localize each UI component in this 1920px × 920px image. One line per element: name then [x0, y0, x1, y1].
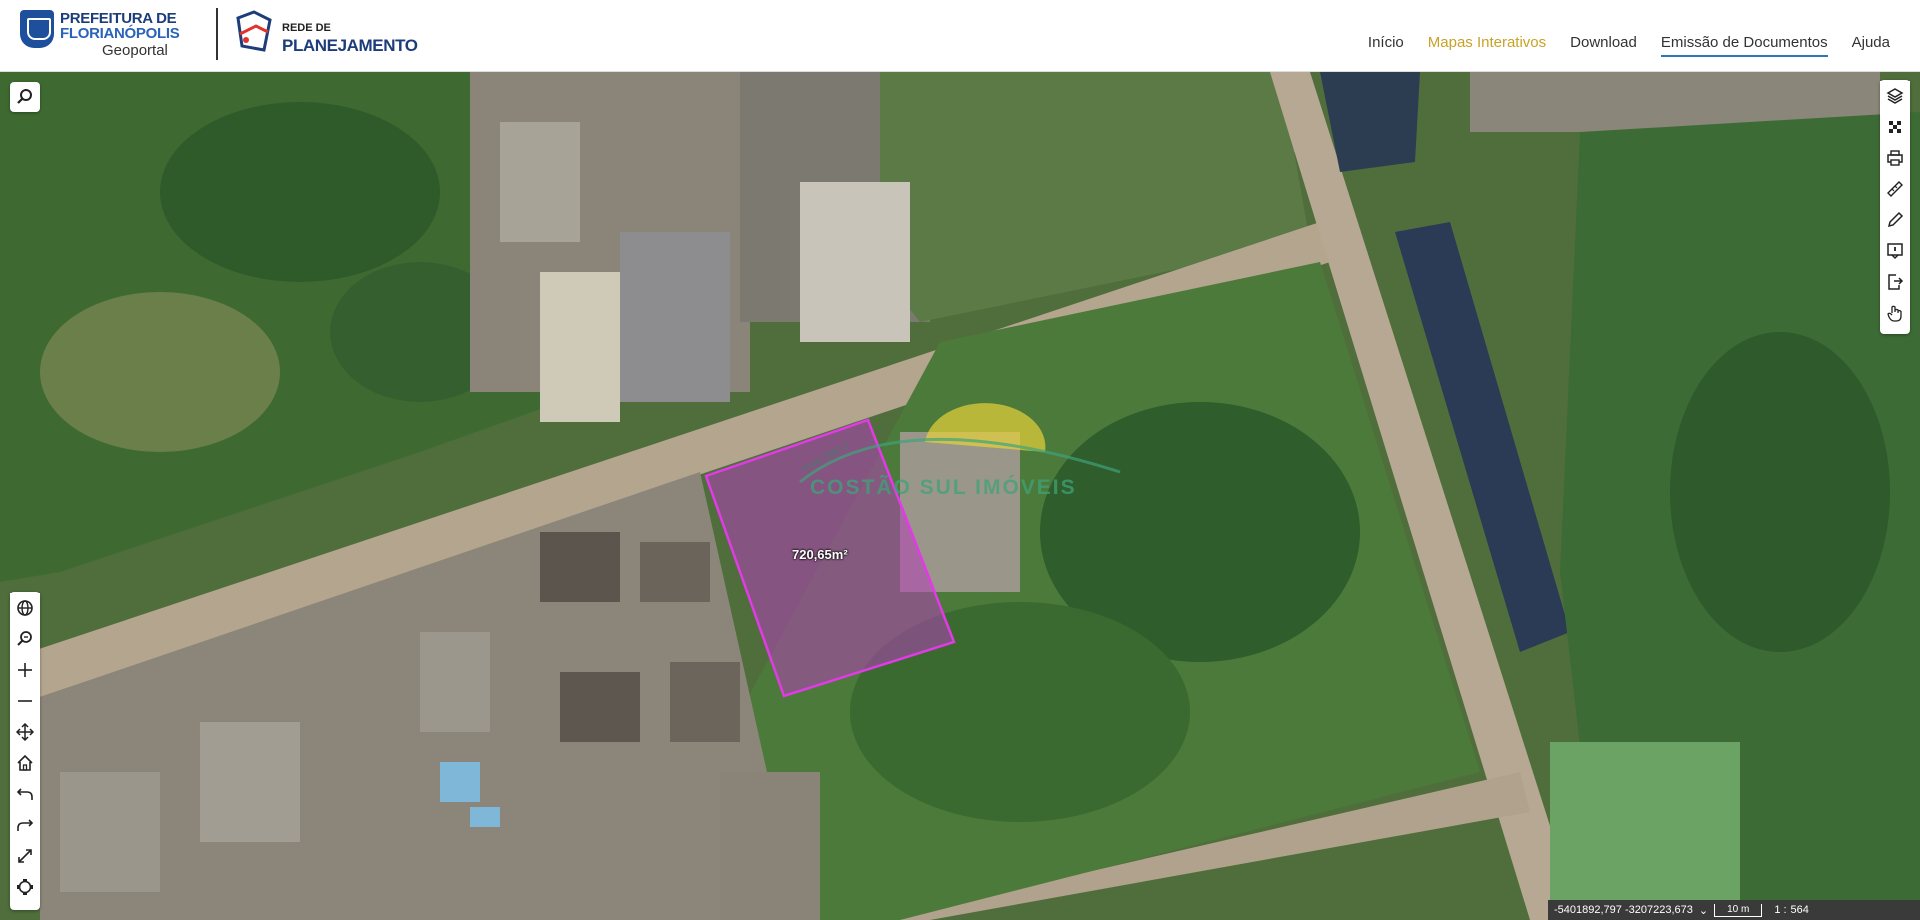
- identify-icon: [1887, 305, 1902, 322]
- measure-icon: [1887, 181, 1903, 197]
- rotate-icon: [17, 879, 33, 895]
- rotate-button[interactable]: [10, 872, 40, 902]
- watermark-text: COSTÃO SUL IMÓVEIS: [810, 476, 1077, 499]
- parcel-area-label: 720,65m²: [792, 547, 848, 562]
- zoom-extent-button[interactable]: [10, 624, 40, 654]
- zoom-extent-icon: [17, 631, 32, 646]
- prefeitura-shield-icon: [20, 10, 54, 48]
- export-button[interactable]: [1880, 267, 1910, 297]
- scale-ratio[interactable]: 564: [1791, 904, 1809, 916]
- right-toolbar: [1880, 80, 1910, 334]
- print-button[interactable]: [1880, 143, 1910, 173]
- layers-button[interactable]: [1880, 81, 1910, 111]
- map-view[interactable]: Creci 7887-J COSTÃO SUL IMÓVEIS 720,65m²: [0, 72, 1920, 920]
- info-button[interactable]: [1880, 236, 1910, 266]
- rede-line1: REDE DE: [282, 22, 331, 34]
- left-toolbar: [10, 592, 40, 910]
- nav-ajuda[interactable]: Ajuda: [1852, 34, 1890, 57]
- draw-button[interactable]: [1880, 205, 1910, 235]
- projection-dropdown-icon[interactable]: ⌄: [1699, 904, 1708, 917]
- home-button[interactable]: [10, 748, 40, 778]
- nav-download[interactable]: Download: [1570, 34, 1637, 57]
- undo-icon: [16, 788, 33, 800]
- header: PREFEITURA DE FLORIANÓPOLIS Geoportal RE…: [0, 0, 1920, 72]
- fullscreen-button[interactable]: [10, 841, 40, 871]
- nav-mapas-interativos[interactable]: Mapas Interativos: [1428, 34, 1546, 57]
- redo-icon: [17, 819, 34, 831]
- measure-button[interactable]: [1880, 174, 1910, 204]
- map-search-button[interactable]: [10, 82, 40, 112]
- redo-button[interactable]: [10, 810, 40, 840]
- map-status-bar: -5401892,797 -3207223,673 ⌄ 10 m 1 : 564: [1548, 900, 1920, 920]
- zoom-out-button[interactable]: [10, 686, 40, 716]
- prefeitura-logo[interactable]: PREFEITURA DE FLORIANÓPOLIS Geoportal: [18, 8, 184, 64]
- zoom-in-icon: [18, 663, 32, 677]
- pan-icon: [16, 723, 34, 741]
- identify-button[interactable]: [1880, 298, 1910, 328]
- rede-line2: PLANEJAMENTO: [282, 36, 418, 55]
- basemap-button[interactable]: [1880, 112, 1910, 142]
- scale-bar: 10 m: [1714, 903, 1763, 917]
- prefeitura-line2: FLORIANÓPOLIS: [60, 25, 180, 42]
- zoom-in-button[interactable]: [10, 655, 40, 685]
- info-icon: [1887, 243, 1903, 260]
- cursor-coordinates: -5401892,797 -3207223,673: [1554, 904, 1693, 916]
- fullscreen-icon: [18, 849, 32, 863]
- rede-planejamento-icon: [236, 10, 272, 52]
- nav-inicio[interactable]: Início: [1368, 34, 1404, 57]
- main-nav: Início Mapas Interativos Download Emissã…: [1368, 34, 1890, 57]
- basemap-icon: [1889, 121, 1901, 133]
- print-icon: [1887, 150, 1903, 166]
- home-icon: [17, 754, 33, 771]
- scale-ratio-prefix: 1 :: [1774, 904, 1787, 916]
- header-divider: [216, 8, 218, 60]
- undo-button[interactable]: [10, 779, 40, 809]
- export-icon: [1888, 274, 1904, 290]
- pan-button[interactable]: [10, 717, 40, 747]
- layers-icon: [1886, 88, 1904, 104]
- rede-planejamento-logo[interactable]: REDE DE PLANEJAMENTO: [232, 8, 432, 62]
- geoportal-label: Geoportal: [102, 42, 168, 59]
- draw-icon: [1887, 211, 1904, 228]
- search-icon: [17, 89, 32, 104]
- globe-button[interactable]: [10, 593, 40, 623]
- globe-icon: [17, 600, 33, 616]
- scale-indicator: 10 m 1 : 564: [1714, 903, 1809, 917]
- nav-emissao-documentos[interactable]: Emissão de Documentos: [1660, 34, 1828, 57]
- zoom-out-icon: [18, 700, 32, 702]
